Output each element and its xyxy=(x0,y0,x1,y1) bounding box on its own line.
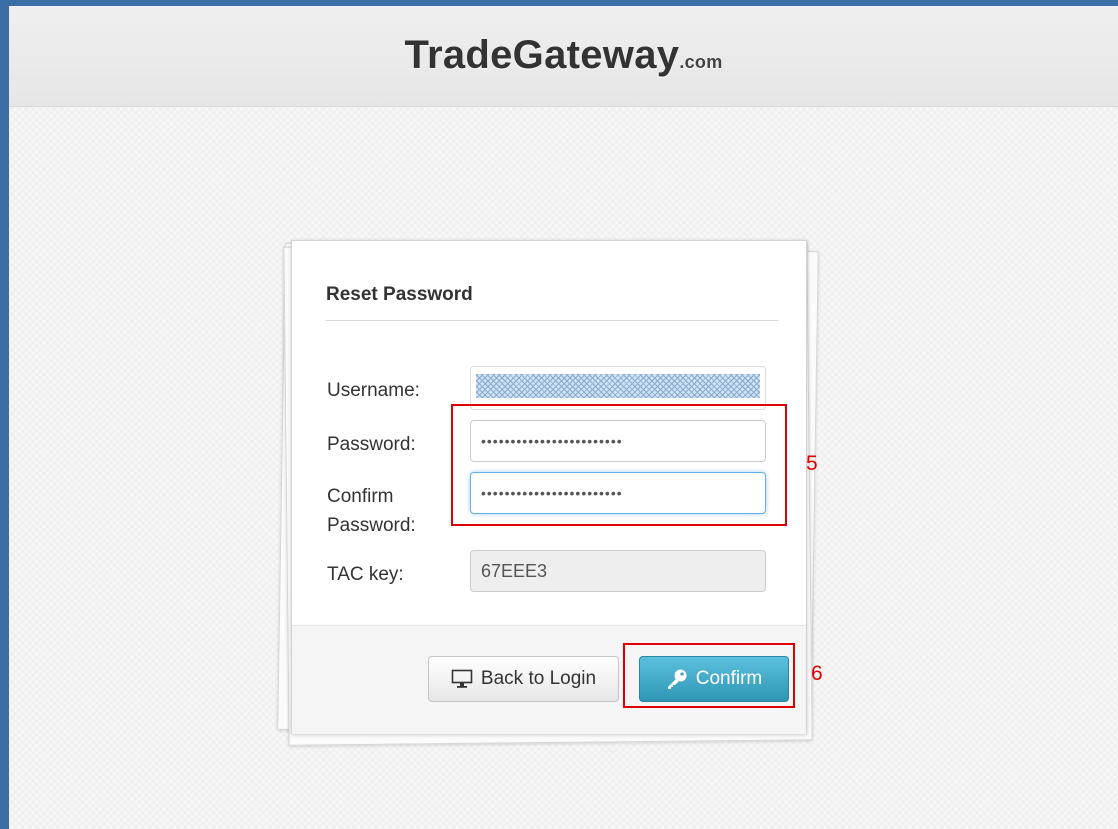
annotation-label-step-5: 5 xyxy=(806,452,818,475)
card-title: Reset Password xyxy=(326,284,473,305)
divider xyxy=(326,320,778,321)
tac-key-label: TAC key: xyxy=(327,564,404,585)
confirm-password-label-line2: Password: xyxy=(327,515,416,536)
password-label: Password: xyxy=(327,434,416,455)
annotation-box-step-5 xyxy=(451,404,787,526)
site-header: TradeGateway.com xyxy=(9,6,1118,107)
confirm-password-label-line1: Confirm xyxy=(327,486,394,507)
tac-key-field: 67EEE3 xyxy=(470,550,766,592)
username-label: Username: xyxy=(327,380,420,401)
logo-text: TradeGateway xyxy=(404,33,680,77)
monitor-icon xyxy=(451,669,473,689)
logo-tld: .com xyxy=(679,52,723,72)
back-to-login-button[interactable]: Back to Login xyxy=(428,656,619,702)
annotation-label-step-6: 6 xyxy=(811,662,823,685)
redacted-username xyxy=(476,374,760,398)
site-logo[interactable]: TradeGateway.com xyxy=(9,33,1118,78)
annotation-box-step-6 xyxy=(623,643,795,708)
back-to-login-label: Back to Login xyxy=(480,668,597,689)
